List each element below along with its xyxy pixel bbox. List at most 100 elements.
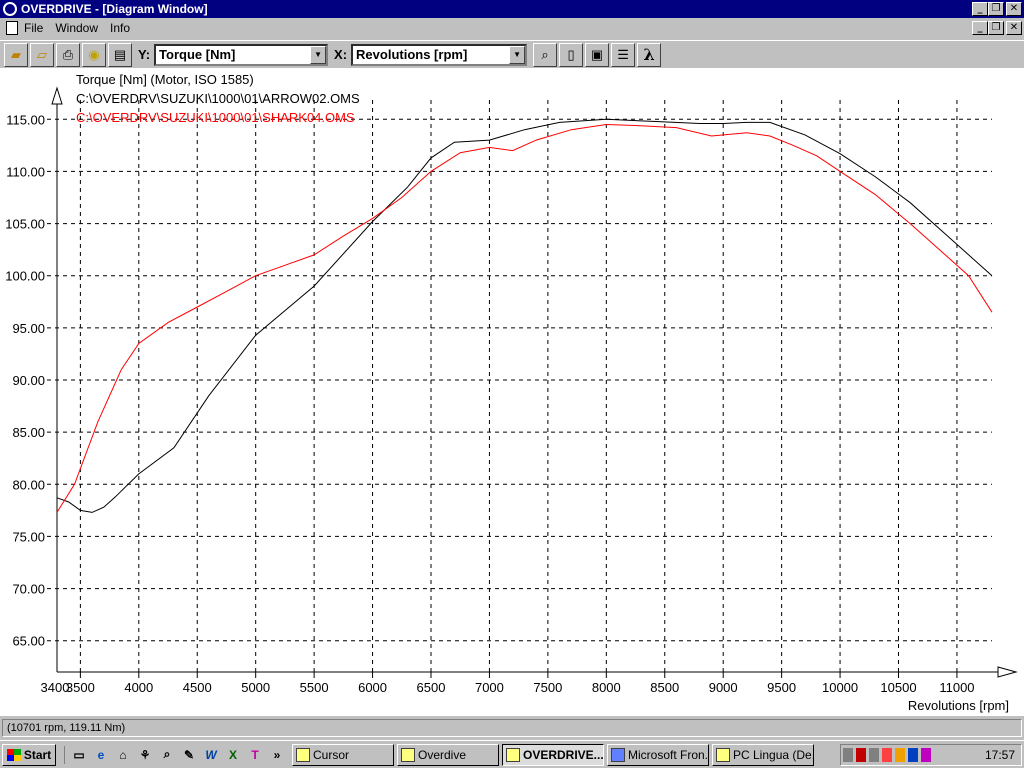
y-tick-label: 105.00 bbox=[5, 217, 45, 232]
child-close-button[interactable]: ✕ bbox=[1006, 21, 1022, 35]
title-bar: OVERDRIVE - [Diagram Window] _ ❐ ✕ bbox=[0, 0, 1024, 18]
word-icon[interactable]: W bbox=[202, 746, 220, 764]
y-tick-label: 95.00 bbox=[12, 321, 45, 336]
tray-icon-3[interactable] bbox=[869, 748, 879, 762]
quick-launch: ▭ e ⌂ ⚘ ⌕ ✎ W X T » bbox=[64, 745, 286, 764]
diagram-area[interactable]: 3500 4000 4500 5000 5500 6000 6500 7000 7500 8000… bbox=[0, 68, 1024, 716]
zoom-button[interactable]: ⌕ bbox=[533, 42, 558, 67]
toolbar: ▰ ▱ ⎙ ◉ ▤ Y: Torque [Nm] ▼ X: Revolution… bbox=[0, 40, 1024, 68]
search-icon: ⌕ bbox=[541, 46, 549, 62]
menu-file[interactable]: File bbox=[24, 21, 43, 35]
task-microsoft-frontpage[interactable]: Microsoft Fron... bbox=[607, 743, 709, 766]
child-restore-button[interactable]: ❐ bbox=[988, 21, 1004, 35]
task-overdrive[interactable]: OVERDRIVE... bbox=[502, 743, 604, 766]
close-button[interactable]: ✕ bbox=[1006, 2, 1022, 16]
task-pc-lingua[interactable]: PC Lingua (De... bbox=[712, 743, 814, 766]
paint-icon[interactable]: ✎ bbox=[180, 746, 198, 764]
menu-info[interactable]: Info bbox=[110, 21, 130, 35]
x-tick-label: 5500 bbox=[300, 680, 329, 695]
tray-icon-2[interactable] bbox=[856, 748, 866, 762]
menu-window[interactable]: Window bbox=[55, 21, 98, 35]
y-axis-value: Torque [Nm] bbox=[159, 47, 236, 62]
x-axis-select[interactable]: Revolutions [rpm] ▼ bbox=[351, 43, 528, 66]
y-axis-select[interactable]: Torque [Nm] ▼ bbox=[154, 43, 329, 66]
y-tick-label: 90.00 bbox=[12, 373, 45, 388]
taskbar: Start ▭ e ⌂ ⚘ ⌕ ✎ W X T » Cursor Overdiv… bbox=[0, 740, 1024, 768]
x-tick-label: 9000 bbox=[709, 680, 738, 695]
title-window-controls: _ ❐ ✕ bbox=[972, 2, 1022, 16]
y-tick-label: 70.00 bbox=[12, 582, 45, 597]
tray-icon-4[interactable] bbox=[882, 748, 892, 762]
gauge-button[interactable]: ◉ bbox=[82, 42, 106, 67]
tray-icon-6[interactable] bbox=[908, 748, 918, 762]
page-icon: ▯ bbox=[567, 46, 575, 62]
chart-title: Torque [Nm] (Motor, ISO 1585) bbox=[76, 72, 254, 87]
task-label: OVERDRIVE... bbox=[523, 747, 604, 762]
chevron-down-icon[interactable]: ▼ bbox=[509, 45, 526, 64]
restore-button[interactable]: ❐ bbox=[988, 2, 1004, 16]
document-icon[interactable] bbox=[6, 21, 18, 35]
printer-icon: ⎙ bbox=[62, 46, 74, 62]
y-tick-label: 100.00 bbox=[5, 269, 45, 284]
tray-icon-5[interactable] bbox=[895, 748, 905, 762]
task-overdive[interactable]: Overdive bbox=[397, 743, 499, 766]
document-button[interactable]: ▯ bbox=[559, 42, 584, 67]
table-button[interactable]: ▤ bbox=[108, 42, 132, 67]
pc-lingua-icon bbox=[716, 747, 730, 762]
task-list: Cursor Overdive OVERDRIVE... Microsoft F… bbox=[292, 743, 814, 766]
desktop-icon[interactable]: ▭ bbox=[70, 746, 88, 764]
x-tick-label: 8000 bbox=[592, 680, 621, 695]
internet-explorer-icon[interactable]: e bbox=[92, 746, 110, 764]
cursor-readout: (10701 rpm, 119.11 Nm) bbox=[2, 719, 1022, 737]
lines-button[interactable]: ☰ bbox=[611, 42, 636, 67]
more-chevron-icon[interactable]: » bbox=[268, 746, 286, 764]
task-label: Microsoft Fron... bbox=[628, 747, 709, 762]
app-icon bbox=[296, 747, 310, 762]
folder-open-icon: ▱ bbox=[37, 46, 47, 62]
windows-logo-icon bbox=[6, 748, 21, 761]
x-tick-label: 7000 bbox=[475, 680, 504, 695]
lines-icon: ☰ bbox=[617, 46, 629, 62]
open-file-button[interactable]: ▱ bbox=[30, 42, 54, 67]
tree-icon[interactable]: ⚘ bbox=[136, 746, 154, 764]
open-folder-button[interactable]: ▰ bbox=[4, 42, 28, 67]
y-tick-label: 65.00 bbox=[12, 634, 45, 649]
status-bar: (10701 rpm, 119.11 Nm) bbox=[0, 718, 1024, 738]
menu-bar: File Window Info _ ❐ ✕ bbox=[0, 18, 1024, 38]
folder-icon bbox=[401, 747, 415, 762]
child-minimize-button[interactable]: _ bbox=[972, 21, 988, 35]
torque-chart[interactable]: 3500 4000 4500 5000 5500 6000 6500 7000 7500 8000… bbox=[0, 68, 1024, 716]
window-button[interactable]: ▣ bbox=[585, 42, 610, 67]
x-tick-label: 10500 bbox=[880, 680, 916, 695]
find-icon[interactable]: ⌕ bbox=[158, 746, 176, 764]
t-online-icon[interactable]: T bbox=[246, 746, 264, 764]
task-cursor[interactable]: Cursor bbox=[292, 743, 394, 766]
tray-icon-1[interactable] bbox=[843, 748, 853, 762]
start-label: Start bbox=[23, 747, 52, 762]
x-tick-label: 8500 bbox=[650, 680, 679, 695]
lambda-button[interactable]: λ bbox=[637, 42, 662, 67]
print-button[interactable]: ⎙ bbox=[56, 42, 80, 67]
app-icon bbox=[506, 747, 520, 762]
x-tick-label: 6000 bbox=[358, 680, 387, 695]
tray-icon-7[interactable] bbox=[921, 748, 931, 762]
x-tick-label: 5000 bbox=[241, 680, 270, 695]
network-icon[interactable]: ⌂ bbox=[114, 746, 132, 764]
app-icon[interactable] bbox=[3, 2, 17, 16]
x-tick-label: 3500 bbox=[66, 680, 95, 695]
x-tick-label: 4000 bbox=[124, 680, 153, 695]
x-tick-label: 4500 bbox=[183, 680, 212, 695]
frontpage-icon bbox=[611, 747, 625, 762]
minimize-button[interactable]: _ bbox=[972, 2, 988, 16]
start-button[interactable]: Start bbox=[2, 743, 56, 766]
y-tick-label: 115.00 bbox=[6, 112, 45, 127]
excel-icon[interactable]: X bbox=[224, 746, 242, 764]
y-axis-arrow-icon bbox=[51, 86, 63, 105]
x-axis-value: Revolutions [rpm] bbox=[356, 47, 468, 62]
y-tick-label: 110.00 bbox=[6, 164, 45, 179]
x-tick-label: 6500 bbox=[417, 680, 446, 695]
task-label: Overdive bbox=[418, 747, 467, 762]
x-start-label: 3400 bbox=[41, 680, 70, 695]
x-tick-label: 10000 bbox=[822, 680, 858, 695]
chevron-down-icon[interactable]: ▼ bbox=[310, 45, 327, 64]
